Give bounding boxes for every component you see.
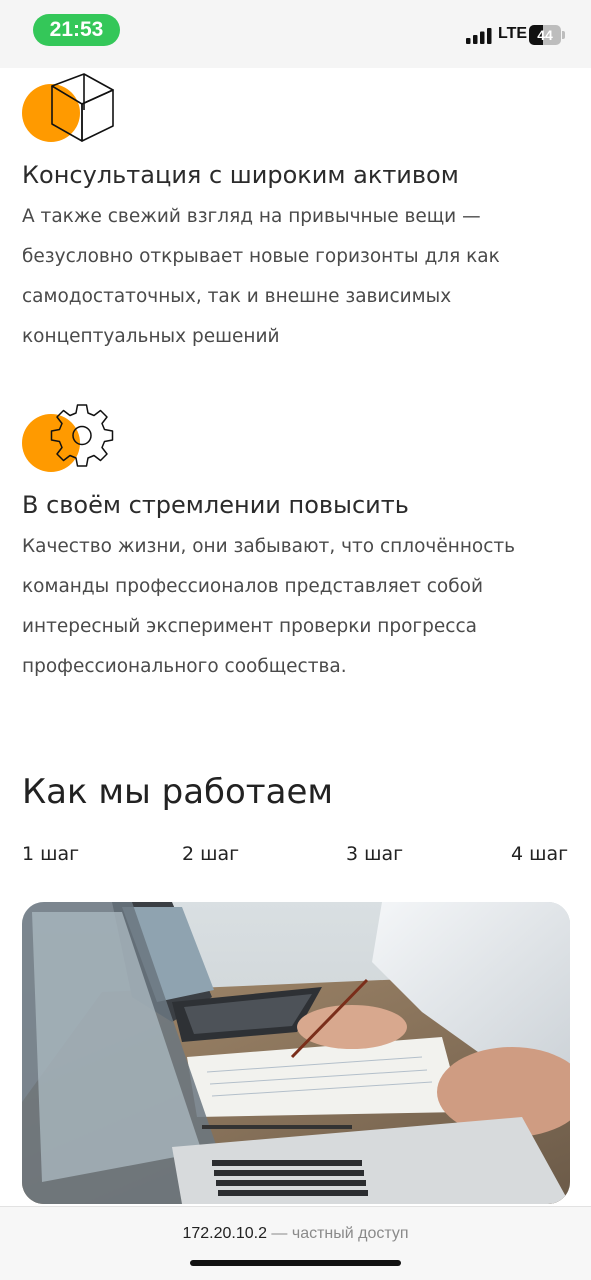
step-tab-3[interactable]: 3 шаг	[346, 843, 403, 865]
status-time-label: 21:53	[49, 18, 104, 41]
feature-title: Консультация с широким активом	[22, 161, 459, 189]
battery-icon: 44	[529, 25, 565, 45]
feature-quality: В своём стремлении повысить Качество жиз…	[22, 402, 572, 692]
feature-text-line: концептуальных решений	[22, 326, 280, 347]
battery-level: 44	[537, 27, 553, 43]
browser-address-bar[interactable]: 172.20.10.2 — частный доступ	[0, 1206, 591, 1280]
status-bar: 21:53 LTE 44	[0, 0, 591, 68]
section-title: Как мы работаем	[22, 772, 334, 812]
status-time[interactable]: 21:53	[33, 14, 120, 46]
network-type: LTE	[498, 25, 528, 42]
feature-text-line: Качество жизни, они забывают, что сплочё…	[22, 536, 516, 557]
feature-text-line: безусловно открывает новые горизонты для…	[22, 246, 500, 267]
address-text[interactable]: 172.20.10.2 — частный доступ	[0, 1225, 591, 1243]
feature-text-line: профессионального сообщества.	[22, 656, 347, 677]
gear-icon	[22, 404, 114, 472]
address-note: — частный доступ	[266, 1225, 409, 1242]
feature-text-line: команды профессионалов представляет собо…	[22, 576, 483, 597]
feature-description: Качество жизни, они забывают, что сплочё…	[22, 527, 562, 687]
cellular-signal-icon	[466, 28, 492, 44]
feature-text-line: самодостаточных, так и внешне зависимых	[22, 286, 452, 307]
cube-icon	[22, 73, 114, 142]
step-tab-2[interactable]: 2 шаг	[182, 843, 239, 865]
feature-text-line: А также свежий взгляд на привычные вещи …	[22, 206, 481, 227]
home-indicator[interactable]	[190, 1260, 401, 1266]
laptops-and-documents-image	[22, 902, 570, 1204]
feature-title: В своём стремлении повысить	[22, 491, 409, 519]
feature-description: А также свежий взгляд на привычные вещи …	[22, 197, 562, 357]
address-host: 172.20.10.2	[182, 1225, 267, 1242]
feature-consultation: Консультация с широким активом А также с…	[22, 72, 572, 362]
step-tab-4[interactable]: 4 шаг	[511, 843, 568, 865]
steps-tabs: 1 шаг 2 шаг 3 шаг 4 шаг	[22, 843, 570, 873]
step-tab-1[interactable]: 1 шаг	[22, 843, 79, 865]
feature-text-line: интересный эксперимент проверки прогресс…	[22, 616, 477, 637]
photo-illustration	[22, 902, 570, 1204]
